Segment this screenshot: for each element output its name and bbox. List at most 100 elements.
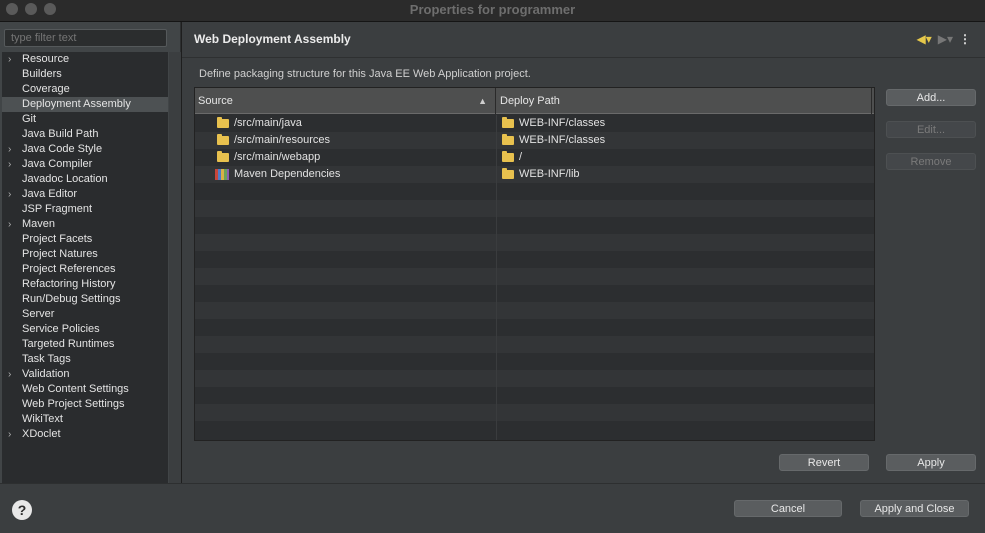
column-header-deploy-path[interactable]: Deploy Path (497, 88, 872, 114)
column-label: Source (198, 95, 233, 107)
table-row (195, 217, 874, 234)
apply-and-close-button[interactable]: Apply and Close (860, 500, 969, 517)
sidebar-item[interactable]: Task Tags (2, 352, 168, 367)
sidebar-item[interactable]: Builders (2, 67, 168, 82)
sidebar-item-label: Builders (22, 68, 62, 80)
source-text: /src/main/java (234, 117, 302, 129)
table-row (195, 183, 874, 200)
table-row (195, 387, 874, 404)
sidebar-item[interactable]: › XDoclet (2, 427, 168, 442)
apply-button[interactable]: Apply (886, 454, 976, 471)
sidebar-item[interactable]: Web Project Settings (2, 397, 168, 412)
sidebar-item[interactable]: › Java Editor (2, 187, 168, 202)
chevron-right-icon[interactable]: › (8, 367, 11, 382)
help-icon[interactable]: ? (12, 500, 32, 520)
chevron-right-icon[interactable]: › (8, 157, 11, 172)
column-label: Deploy Path (500, 95, 560, 107)
table-row (195, 319, 874, 336)
sidebar-item[interactable]: Deployment Assembly (2, 97, 168, 112)
sidebar-item[interactable]: Service Policies (2, 322, 168, 337)
source-cell: /src/main/resources (217, 132, 495, 149)
sidebar-item-label: Javadoc Location (22, 173, 108, 185)
chevron-right-icon[interactable]: › (8, 217, 11, 232)
sidebar-item[interactable]: Web Content Settings (2, 382, 168, 397)
sidebar-item[interactable]: Run/Debug Settings (2, 292, 168, 307)
source-text: Maven Dependencies (234, 168, 341, 180)
chevron-right-icon[interactable]: › (8, 142, 11, 157)
back-arrow-icon[interactable]: ◀▾ (916, 32, 931, 46)
deploy-path-cell: WEB-INF/lib (502, 166, 872, 183)
table-body: /src/main/java WEB-INF/classes/src/main/r… (195, 115, 874, 440)
table-row (195, 353, 874, 370)
sidebar: › Resource Builders Coverage Deployment Asse… (0, 22, 181, 483)
revert-button[interactable]: Revert (779, 454, 869, 471)
table-row (195, 234, 874, 251)
table-row[interactable]: /src/main/resources WEB-INF/classes (195, 132, 874, 149)
sidebar-item-label: Task Tags (22, 353, 71, 365)
table-row (195, 370, 874, 387)
chevron-right-icon[interactable]: › (8, 52, 11, 67)
sidebar-item-label: Service Policies (22, 323, 100, 335)
sidebar-item-label: Targeted Runtimes (22, 338, 115, 350)
property-tree: › Resource Builders Coverage Deployment Asse… (2, 52, 168, 483)
remove-button[interactable]: Remove (886, 153, 976, 170)
sidebar-item[interactable]: Coverage (2, 82, 168, 97)
sidebar-item[interactable]: Targeted Runtimes (2, 337, 168, 352)
table-row (195, 251, 874, 268)
table-row (195, 302, 874, 319)
sidebar-item[interactable]: › Validation (2, 367, 168, 382)
sidebar-item[interactable]: WikiText (2, 412, 168, 427)
sidebar-item[interactable]: JSP Fragment (2, 202, 168, 217)
filter-input[interactable] (4, 29, 167, 47)
sidebar-item-label: Project Facets (22, 233, 93, 245)
sidebar-item-label: Deployment Assembly (22, 98, 131, 110)
sidebar-item-label: Resource (22, 53, 70, 65)
sidebar-item-label: Project References (22, 263, 116, 275)
cancel-button[interactable]: Cancel (734, 500, 842, 517)
column-divider (496, 115, 497, 440)
main-panel: Web Deployment Assembly ◀▾ ▶▾ ⋮ Define p… (182, 22, 985, 483)
more-menu-icon[interactable]: ⋮ (959, 32, 971, 46)
sash[interactable] (169, 52, 181, 483)
title-bar: Properties for programmer (0, 0, 985, 22)
sidebar-item-label: XDoclet (22, 428, 61, 440)
source-cell: /src/main/java (217, 115, 495, 132)
folder-icon (502, 151, 514, 162)
sidebar-item[interactable]: Java Build Path (2, 127, 168, 142)
table-row (195, 268, 874, 285)
sidebar-item-label: WikiText (22, 413, 63, 425)
deploy-path-text: / (519, 151, 523, 163)
sidebar-item[interactable]: Server (2, 307, 168, 322)
table-row[interactable]: /src/main/webapp / (195, 149, 874, 166)
table-row[interactable]: Maven Dependencies WEB-INF/lib (195, 166, 874, 183)
sidebar-item[interactable]: Javadoc Location (2, 172, 168, 187)
table-row[interactable]: /src/main/java WEB-INF/classes (195, 115, 874, 132)
chevron-right-icon[interactable]: › (8, 427, 11, 442)
add-button[interactable]: Add... (886, 89, 976, 106)
sidebar-item[interactable]: › Resource (2, 52, 168, 67)
forward-arrow-icon[interactable]: ▶▾ (938, 32, 953, 46)
page-description: Define packaging structure for this Java… (199, 68, 531, 80)
chevron-right-icon[interactable]: › (8, 187, 11, 202)
sidebar-item[interactable]: › Java Code Style (2, 142, 168, 157)
page-title: Web Deployment Assembly (194, 32, 351, 46)
column-header-source[interactable]: Source ▲ (195, 88, 496, 114)
sidebar-item-label: Project Natures (22, 248, 98, 260)
sort-ascending-icon: ▲ (478, 96, 487, 106)
sidebar-item[interactable]: Project Facets (2, 232, 168, 247)
table-row (195, 404, 874, 421)
edit-button[interactable]: Edit... (886, 121, 976, 138)
sidebar-item[interactable]: Project References (2, 262, 168, 277)
window-title: Properties for programmer (409, 2, 576, 17)
deploy-path-text: WEB-INF/lib (519, 168, 580, 180)
sidebar-item[interactable]: Git (2, 112, 168, 127)
deploy-path-text: WEB-INF/classes (519, 134, 606, 146)
sidebar-item-label: Refactoring History (22, 278, 116, 290)
sidebar-item-label: Web Content Settings (22, 383, 129, 395)
sidebar-item[interactable]: Refactoring History (2, 277, 168, 292)
sidebar-item[interactable]: › Maven (2, 217, 168, 232)
sidebar-item[interactable]: › Java Compiler (2, 157, 168, 172)
table-row (195, 421, 874, 438)
sidebar-item[interactable]: Project Natures (2, 247, 168, 262)
source-text: /src/main/resources (234, 134, 330, 146)
